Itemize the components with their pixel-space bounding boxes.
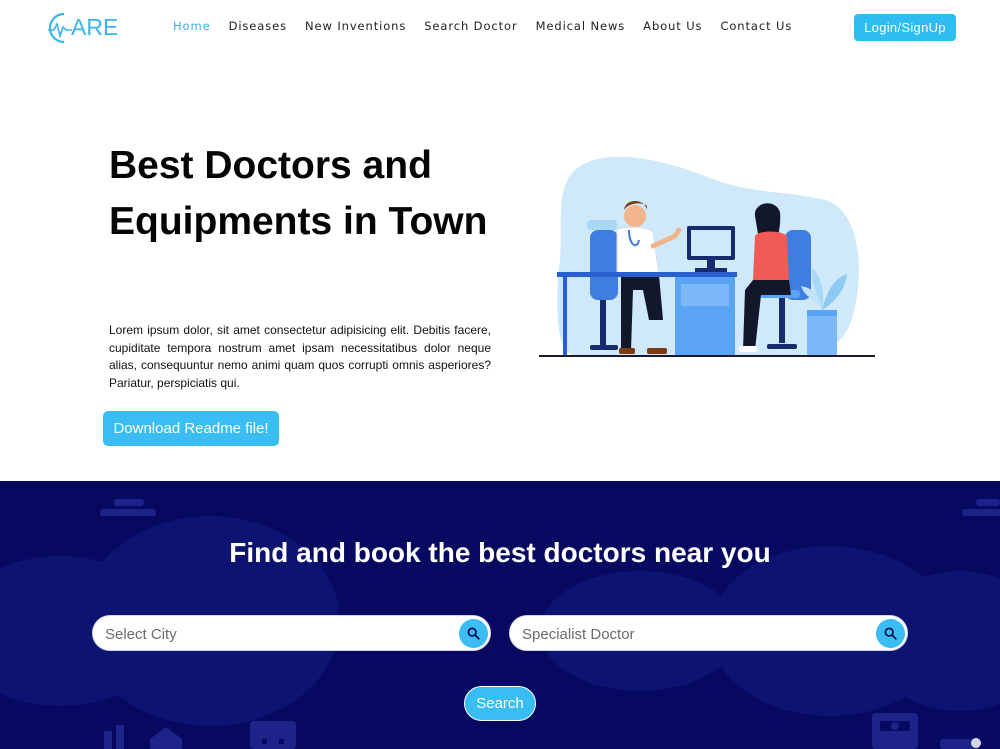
nav-new-inventions[interactable]: New Inventions: [302, 19, 409, 33]
search-icon: [884, 627, 897, 640]
nav-home[interactable]: Home: [170, 19, 214, 33]
search-button[interactable]: Search: [464, 686, 536, 721]
specialist-input[interactable]: [522, 624, 862, 644]
city-search-icon-button[interactable]: [459, 619, 488, 648]
doctor-consultation-illustration: [535, 150, 880, 365]
hero-paragraph: Lorem ipsum dolor, sit amet consectetur …: [109, 323, 491, 390]
specialist-search-field: [509, 615, 908, 651]
nav-contact-us[interactable]: Contact Us: [717, 19, 795, 33]
nav-medical-news[interactable]: Medical News: [533, 19, 629, 33]
search-icon: [467, 627, 480, 640]
find-doctor-section: Find and book the best doctors near you …: [0, 481, 1000, 749]
main-nav: Home Diseases New Inventions Search Doct…: [164, 19, 801, 33]
care-logo[interactable]: ARE: [44, 8, 122, 48]
search-heading: Find and book the best doctors near you: [229, 537, 771, 568]
nav-search-doctor[interactable]: Search Doctor: [421, 19, 520, 33]
download-readme-button[interactable]: Download Readme file!: [103, 411, 279, 446]
specialist-search-icon-button[interactable]: [876, 619, 905, 648]
login-signup-button[interactable]: Login/SignUp: [854, 14, 956, 41]
logo-text: ARE: [71, 14, 118, 40]
city-search-field: [92, 615, 491, 651]
hero-title: Best Doctors and Equipments in Town: [109, 144, 488, 243]
nav-diseases[interactable]: Diseases: [226, 19, 290, 33]
city-input[interactable]: [105, 624, 445, 644]
navbar: ARE Home Diseases New Inventions Search …: [0, 0, 1000, 56]
nav-about-us[interactable]: About Us: [640, 19, 705, 33]
